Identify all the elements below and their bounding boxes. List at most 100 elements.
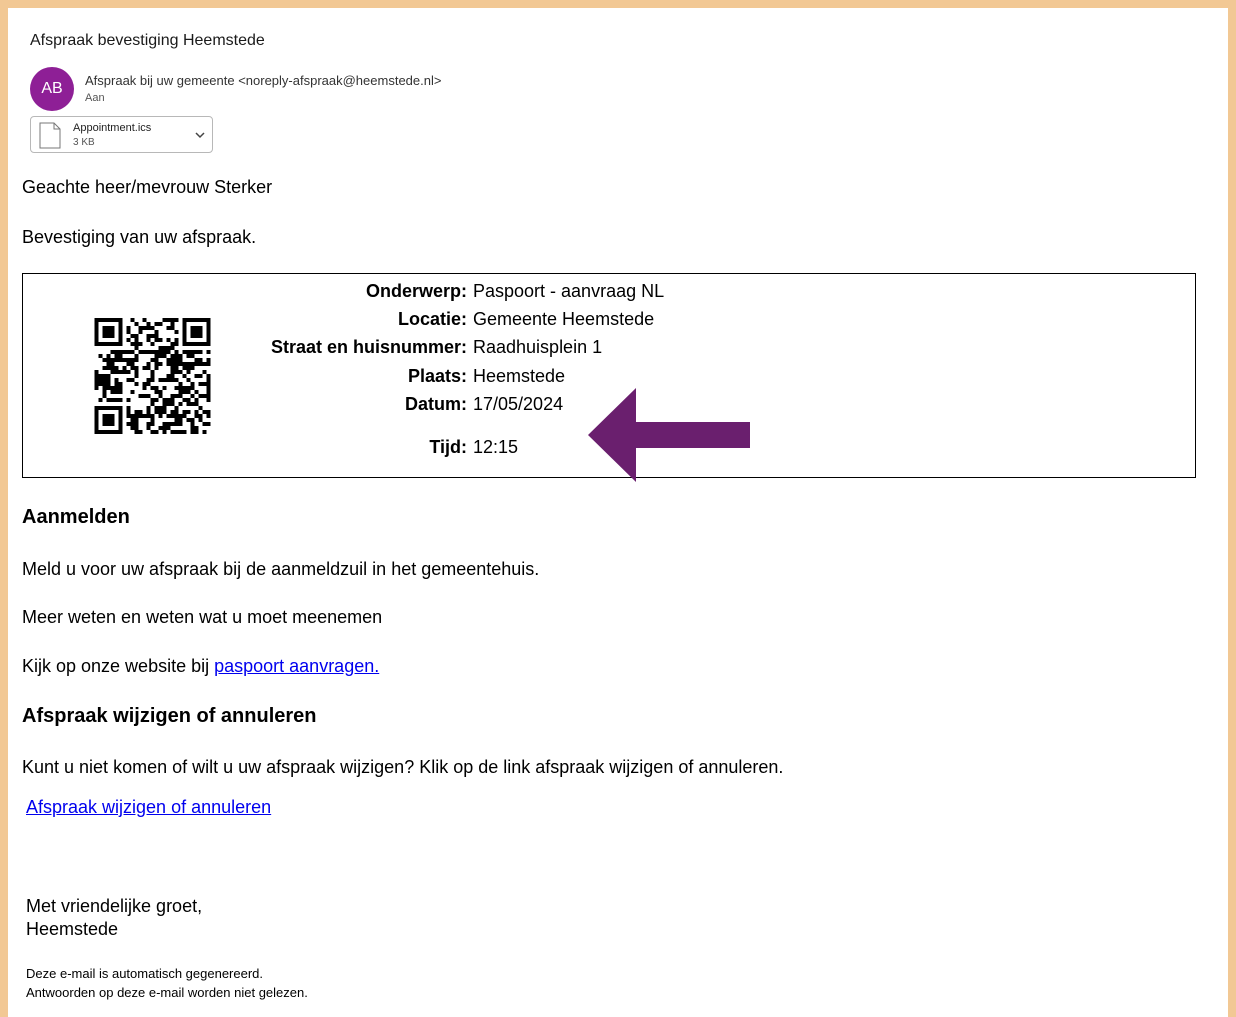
qr-module (150, 378, 155, 382)
qr-module (146, 366, 151, 370)
qr-module (114, 318, 119, 322)
qr-module (150, 342, 155, 346)
qr-module (158, 350, 163, 354)
qr-module (118, 398, 123, 402)
afspraak-wijzigen-link[interactable]: Afspraak wijzigen of annuleren (26, 797, 271, 818)
qr-module (150, 386, 155, 390)
qr-module (146, 350, 151, 354)
qr-module (94, 418, 99, 422)
qr-module (186, 418, 191, 422)
qr-module (150, 358, 155, 362)
qr-module (142, 366, 147, 370)
qr-module (94, 422, 99, 426)
qr-module (154, 322, 159, 326)
qr-module (150, 418, 155, 422)
qr-module (146, 326, 151, 330)
qr-module (126, 378, 131, 382)
qr-module (142, 350, 147, 354)
qr-module (126, 398, 131, 402)
qr-module (126, 350, 131, 354)
qr-module (162, 406, 167, 410)
qr-module (118, 426, 123, 430)
qr-module (130, 418, 135, 422)
qr-module (118, 430, 123, 434)
qr-module (98, 398, 103, 402)
qr-module (94, 426, 99, 430)
qr-module (122, 358, 127, 362)
qr-module (102, 366, 107, 370)
qr-module (94, 370, 99, 374)
qr-module (110, 342, 115, 346)
qr-module (114, 406, 119, 410)
file-icon (39, 122, 61, 154)
qr-module (118, 338, 123, 342)
qr-module (102, 406, 107, 410)
qr-module (98, 382, 103, 386)
qr-module (142, 414, 147, 418)
qr-module (138, 394, 143, 398)
qr-module (182, 330, 187, 334)
qr-module (102, 330, 107, 334)
qr-module (94, 338, 99, 342)
qr-module (110, 418, 115, 422)
qr-module (158, 394, 163, 398)
qr-module (118, 410, 123, 414)
qr-module (146, 378, 151, 382)
qr-module (114, 382, 119, 386)
qr-module (194, 426, 199, 430)
qr-module (138, 414, 143, 418)
qr-module (114, 370, 119, 374)
qr-module (118, 342, 123, 346)
qr-module (174, 430, 179, 434)
qr-module (154, 406, 159, 410)
qr-module (142, 386, 147, 390)
qr-module (206, 330, 211, 334)
qr-module (146, 362, 151, 366)
qr-module (206, 422, 211, 426)
qr-module (146, 322, 151, 326)
qr-module (118, 322, 123, 326)
qr-module (154, 354, 159, 358)
qr-module (110, 358, 115, 362)
qr-module (126, 422, 131, 426)
qr-module (198, 418, 203, 422)
qr-module (158, 390, 163, 394)
qr-module (142, 382, 147, 386)
qr-module (94, 318, 99, 322)
qr-module (94, 326, 99, 330)
qr-module (202, 422, 207, 426)
qr-module (130, 426, 135, 430)
qr-module (94, 342, 99, 346)
detail-value-plaats: Heemstede (473, 366, 566, 386)
qr-module (106, 418, 111, 422)
qr-module (106, 430, 111, 434)
qr-module (114, 342, 119, 346)
qr-module (94, 414, 99, 418)
qr-module (138, 330, 143, 334)
qr-module (106, 354, 111, 358)
chevron-down-icon[interactable] (194, 128, 206, 146)
sender-address[interactable]: Afspraak bij uw gemeente <noreply-afspra… (85, 73, 441, 88)
qr-module (130, 318, 135, 322)
qr-module (134, 322, 139, 326)
qr-module (106, 330, 111, 334)
qr-module (162, 398, 167, 402)
qr-module (110, 390, 115, 394)
website-prefix: Kijk op onze website bij (22, 656, 215, 676)
qr-module (146, 422, 151, 426)
more-info-text: Meer weten en weten wat u moet meenemen (22, 607, 383, 627)
qr-module (110, 430, 115, 434)
paspoort-aanvragen-link[interactable]: paspoort aanvragen. (214, 656, 379, 676)
qr-module (178, 430, 183, 434)
qr-module (166, 358, 171, 362)
qr-module (110, 334, 115, 338)
qr-module (106, 414, 111, 418)
qr-module (162, 402, 167, 406)
qr-module (106, 386, 111, 390)
qr-module (158, 362, 163, 366)
qr-module (118, 422, 123, 426)
attachment-card[interactable]: Appointment.ics 3 KB (30, 116, 213, 153)
qr-module (114, 358, 119, 362)
qr-module (130, 362, 135, 366)
qr-module (150, 370, 155, 374)
